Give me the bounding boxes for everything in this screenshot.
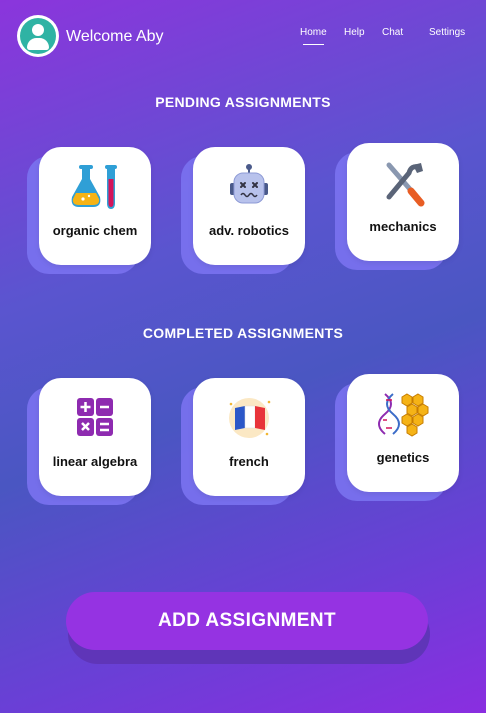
robot-icon	[230, 164, 268, 204]
dna-icon	[378, 393, 429, 437]
nav-chat[interactable]: Chat	[382, 27, 403, 38]
add-assignment-button[interactable]: ADD ASSIGNMENT	[66, 592, 428, 650]
chemistry-flask-icon	[71, 165, 117, 209]
pending-title: PENDING ASSIGNMENTS	[155, 94, 331, 110]
nav-home[interactable]: Home	[300, 27, 327, 45]
avatar[interactable]	[17, 15, 59, 57]
card-label: french	[229, 454, 269, 469]
user-icon	[20, 18, 56, 54]
french-flag-icon	[229, 398, 271, 438]
wrench-screwdriver-icon	[386, 162, 425, 207]
card-label: organic chem	[52, 223, 138, 238]
calculator-icon	[77, 398, 113, 436]
nav-settings[interactable]: Settings	[429, 27, 465, 38]
completed-title: COMPLETED ASSIGNMENTS	[142, 325, 344, 341]
nav-help[interactable]: Help	[344, 27, 365, 38]
card-label: adv. robotics	[209, 223, 289, 238]
card-label: mechanics	[369, 219, 437, 234]
card-label: linear algebra	[52, 454, 138, 469]
welcome-text: Welcome Aby	[66, 28, 164, 45]
card-label: genetics	[376, 450, 430, 465]
